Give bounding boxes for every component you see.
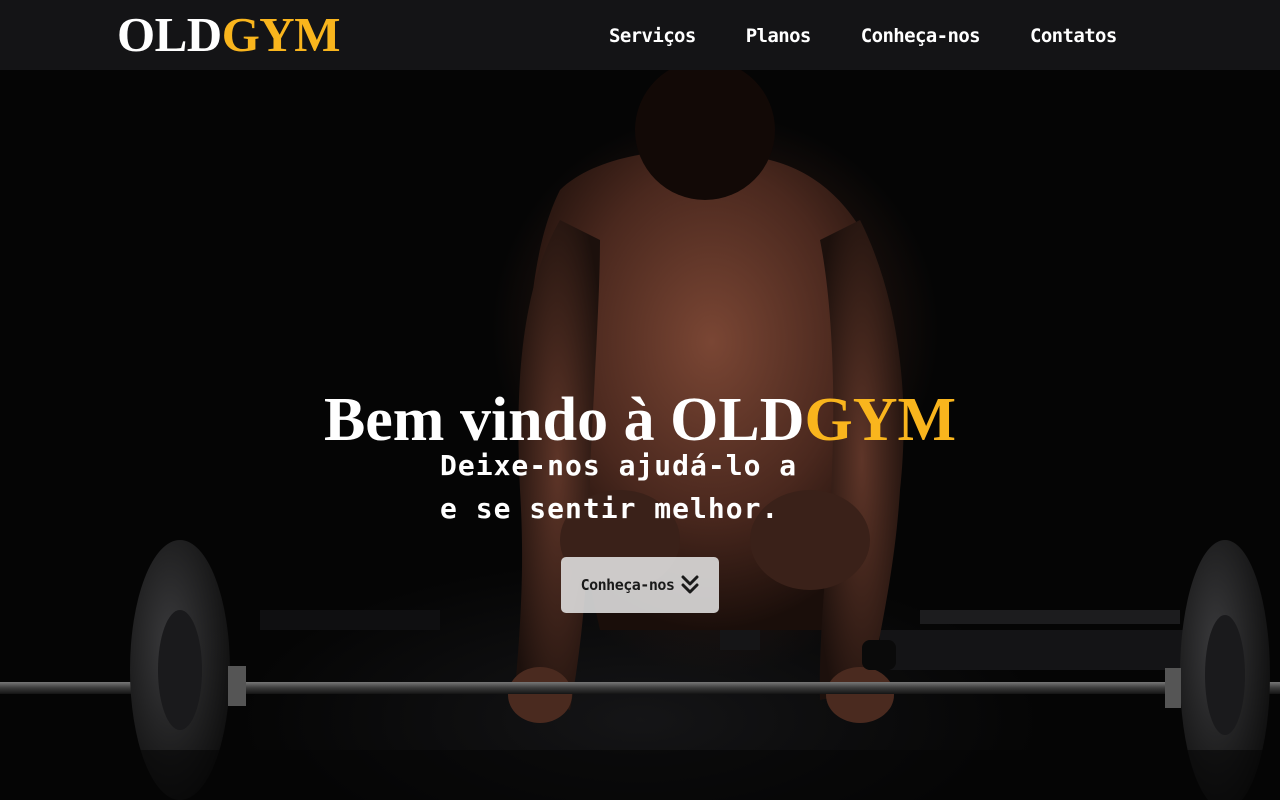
nav-servicos[interactable]: Serviços xyxy=(609,22,696,50)
conheca-nos-button[interactable]: Conheça-nos xyxy=(561,557,719,613)
logo[interactable]: OLDGYM xyxy=(117,7,340,63)
nav-conheca-nos[interactable]: Conheça-nos xyxy=(861,22,981,50)
main-nav: Serviços Planos Conheça-nos Contatos xyxy=(609,22,1117,50)
hero-subtitle-line-2: e se sentir melhor. xyxy=(440,492,780,525)
nav-planos[interactable]: Planos xyxy=(746,22,812,50)
site-header: OLDGYM Serviços Planos Conheça-nos Conta… xyxy=(0,0,1280,70)
logo-part-gym: GYM xyxy=(221,7,341,62)
hero-subtitle: Deixe-nos ajudá-lo a e se sentir melhor. xyxy=(440,444,797,530)
logo-part-old: OLD xyxy=(117,7,222,62)
hero-section: Bem vindo à OLDGYM Deixe-nos ajudá-lo a … xyxy=(0,70,1280,800)
hero-subtitle-line-1: Deixe-nos ajudá-lo a xyxy=(440,449,798,482)
double-chevron-down-icon xyxy=(681,575,699,595)
nav-contatos[interactable]: Contatos xyxy=(1030,22,1117,50)
hero-title-brand-gym: GYM xyxy=(804,385,957,454)
conheca-nos-button-label: Conheça-nos xyxy=(580,576,675,594)
